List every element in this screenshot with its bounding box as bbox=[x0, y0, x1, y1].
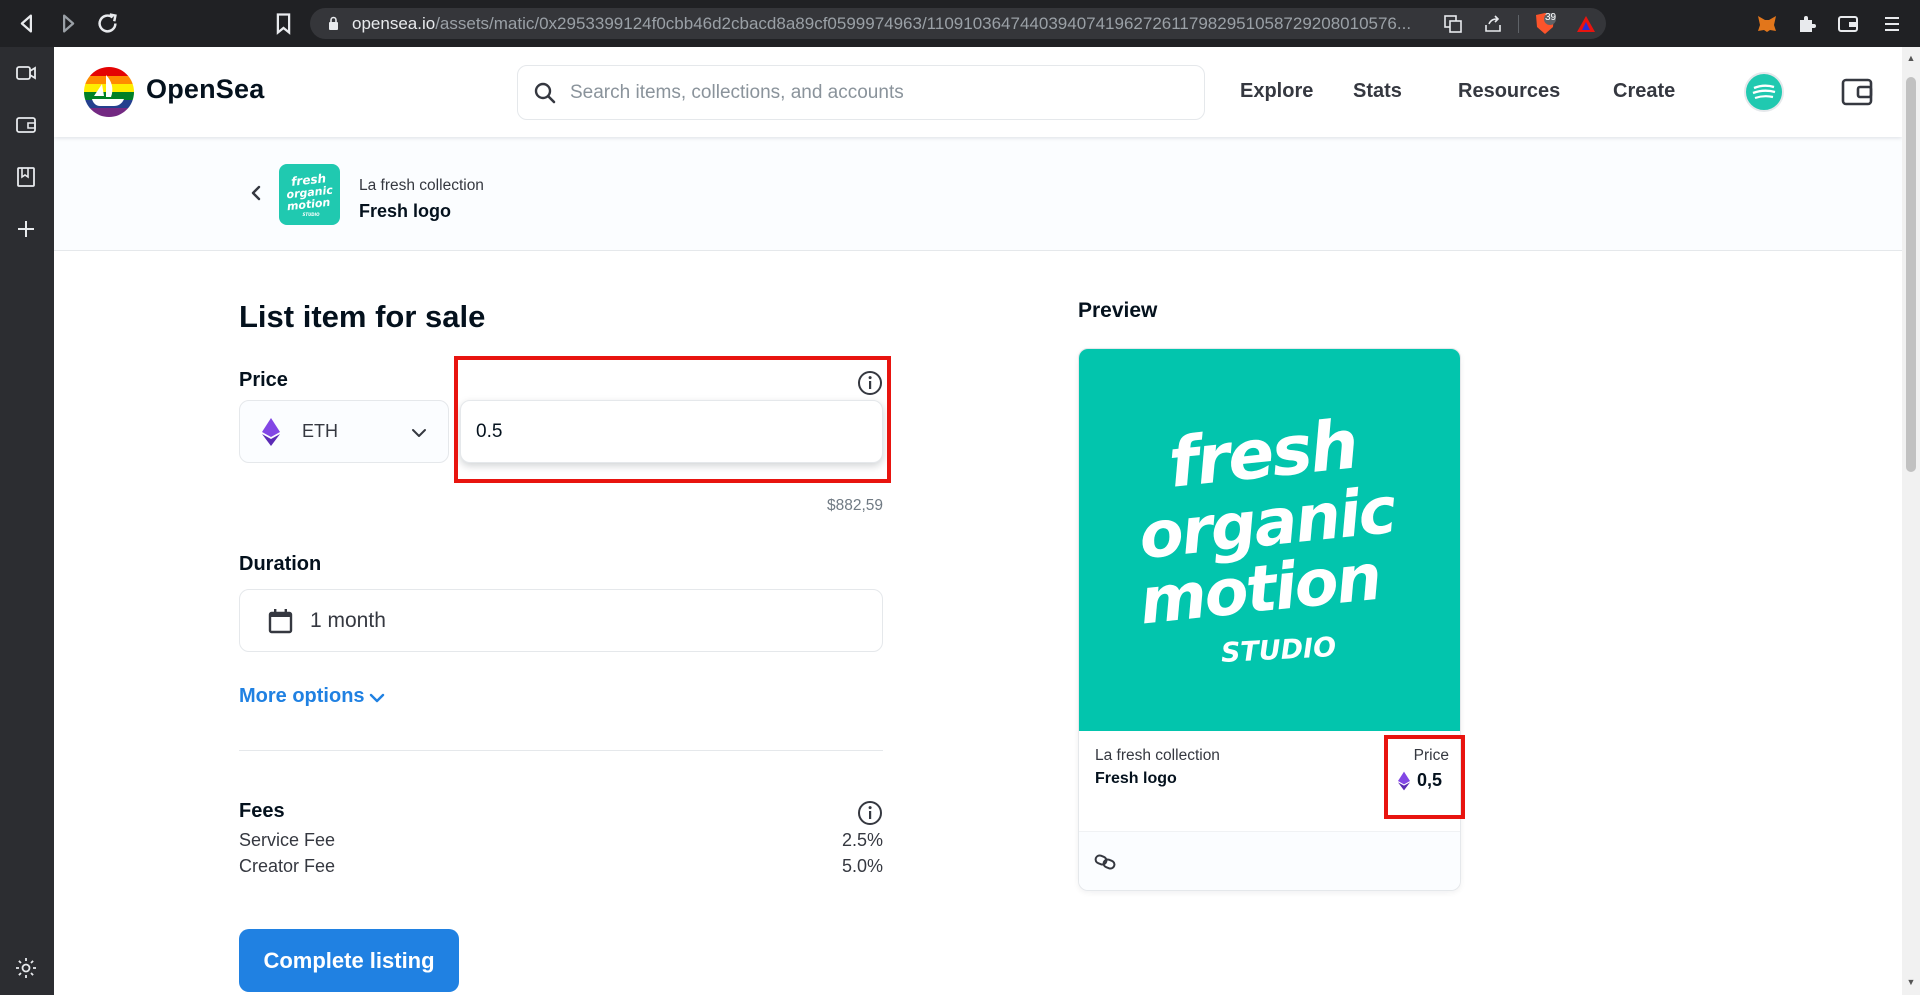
video-icon[interactable] bbox=[14, 61, 38, 85]
chevron-down-icon[interactable] bbox=[369, 692, 385, 704]
collection-thumbnail[interactable]: fresh organic motion STUDIO bbox=[279, 164, 340, 225]
profile-avatar[interactable] bbox=[1744, 72, 1784, 112]
scroll-down-icon[interactable]: ▼ bbox=[1906, 977, 1916, 987]
share-icon[interactable] bbox=[1482, 13, 1504, 35]
address-bar[interactable]: opensea.io/assets/matic/0x2953399124f0cb… bbox=[310, 8, 1606, 39]
back-icon[interactable] bbox=[14, 10, 41, 37]
metamask-icon[interactable] bbox=[1755, 12, 1779, 36]
duration-label: Duration bbox=[239, 553, 322, 575]
site-header: OpenSea Explore Stats Resources Create bbox=[54, 47, 1902, 137]
fresh-logo-thumb-icon: fresh organic motion STUDIO bbox=[286, 171, 334, 217]
currency-value: ETH bbox=[302, 421, 338, 441]
preview-image: fresh organic motion STUDIO bbox=[1079, 349, 1460, 731]
item-name: Fresh logo bbox=[359, 201, 452, 221]
more-options-toggle[interactable]: More options bbox=[239, 685, 365, 708]
reload-icon[interactable] bbox=[94, 10, 121, 37]
creator-fee-value: 5.0% bbox=[841, 856, 883, 876]
duration-select[interactable]: 1 month bbox=[239, 589, 883, 652]
chevron-down-icon bbox=[412, 429, 426, 437]
creator-fee-label: Creator Fee bbox=[239, 856, 336, 876]
nav-resources[interactable]: Resources bbox=[1458, 80, 1560, 103]
brave-rewards-icon[interactable] bbox=[1575, 13, 1597, 35]
fees-label: Fees bbox=[239, 800, 285, 822]
complete-listing-button[interactable]: Complete listing bbox=[239, 929, 459, 992]
preview-collection-name: La fresh collection bbox=[1095, 747, 1220, 764]
url-separator bbox=[1518, 15, 1519, 33]
avatar-logo-icon bbox=[1752, 84, 1776, 100]
opensea-logo-icon[interactable] bbox=[84, 67, 134, 117]
page-title: List item for sale bbox=[239, 299, 486, 334]
extensions-icon[interactable] bbox=[1795, 12, 1819, 36]
opensea-wordmark[interactable]: OpenSea bbox=[146, 74, 264, 105]
highlight-box-preview-price bbox=[1384, 735, 1465, 819]
reading-list-icon[interactable] bbox=[14, 165, 38, 189]
duration-value: 1 month bbox=[310, 609, 386, 632]
add-icon[interactable] bbox=[14, 217, 38, 241]
fresh-organic-motion-logo: fresh organic motion STUDIO bbox=[1136, 406, 1400, 669]
url-text: opensea.io/assets/matic/0x2953399124f0cb… bbox=[352, 14, 1432, 34]
shield-count-badge: 39 bbox=[1545, 12, 1557, 23]
url-host: opensea.io bbox=[352, 14, 436, 33]
page-scrollbar[interactable]: ▲ ▼ bbox=[1902, 47, 1920, 995]
nav-stats[interactable]: Stats bbox=[1353, 80, 1402, 103]
menu-icon[interactable] bbox=[1880, 12, 1904, 36]
scroll-up-icon[interactable]: ▲ bbox=[1906, 53, 1916, 63]
preview-label: Preview bbox=[1078, 299, 1158, 322]
url-path: /assets/matic/0x2953399124f0cbb46d2cbacd… bbox=[435, 14, 1412, 33]
browser-sidebar bbox=[0, 47, 54, 995]
translate-icon[interactable] bbox=[1442, 13, 1464, 35]
chevron-left-icon[interactable] bbox=[246, 183, 266, 203]
search-bar[interactable] bbox=[517, 65, 1205, 120]
wallet-extension-icon[interactable] bbox=[1836, 12, 1860, 36]
price-label: Price bbox=[239, 369, 288, 391]
wallet-icon[interactable] bbox=[1840, 75, 1874, 109]
nav-explore[interactable]: Explore bbox=[1240, 80, 1313, 103]
calendar-icon bbox=[268, 609, 293, 634]
opensea-page: OpenSea Explore Stats Resources Create f… bbox=[54, 47, 1902, 995]
section-divider bbox=[239, 750, 883, 751]
link-icon[interactable] bbox=[1094, 854, 1116, 870]
svg-text:STUDIO: STUDIO bbox=[1220, 632, 1337, 669]
forward-icon[interactable] bbox=[54, 10, 81, 37]
preview-footer bbox=[1079, 831, 1460, 890]
usd-value: $882,59 bbox=[826, 497, 883, 514]
lock-icon bbox=[329, 16, 338, 30]
preview-item-name: Fresh logo bbox=[1095, 770, 1177, 787]
browser-toolbar: opensea.io/assets/matic/0x2953399124f0cb… bbox=[0, 0, 1920, 47]
currency-select[interactable]: ETH bbox=[239, 400, 449, 463]
info-icon[interactable] bbox=[857, 800, 883, 826]
bookmark-icon[interactable] bbox=[270, 10, 297, 37]
service-fee-value: 2.5% bbox=[841, 830, 883, 850]
collection-name[interactable]: La fresh collection bbox=[359, 177, 484, 195]
search-icon bbox=[534, 82, 556, 104]
highlight-box-price bbox=[454, 356, 891, 483]
scroll-thumb[interactable] bbox=[1906, 77, 1916, 472]
collection-bar: fresh organic motion STUDIO La fresh col… bbox=[54, 137, 1902, 251]
search-input[interactable] bbox=[570, 74, 1170, 112]
svg-text:STUDIO: STUDIO bbox=[302, 212, 320, 217]
wallet-sidebar-icon[interactable] bbox=[14, 113, 38, 137]
service-fee-label: Service Fee bbox=[239, 830, 336, 850]
settings-gear-icon[interactable] bbox=[14, 956, 38, 980]
nav-create[interactable]: Create bbox=[1613, 80, 1675, 103]
eth-icon bbox=[262, 418, 280, 446]
